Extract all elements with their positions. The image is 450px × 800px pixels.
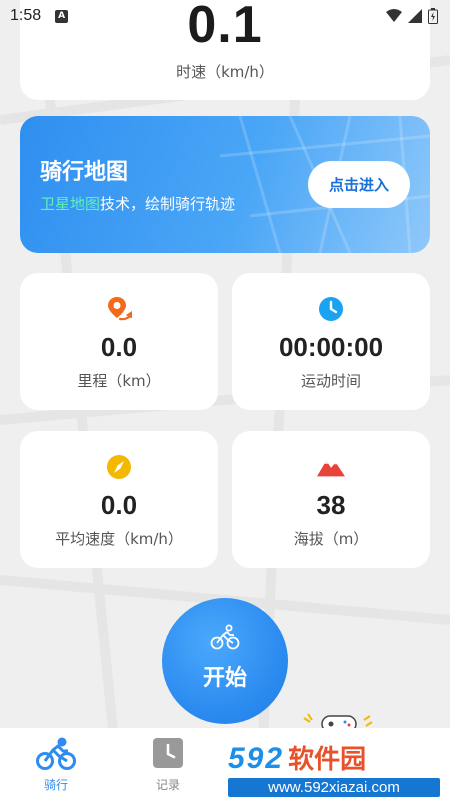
duration-label: 运动时间 [300, 372, 361, 390]
nav-item-ride[interactable]: 骑行 [0, 728, 112, 800]
map-banner[interactable]: 骑行地图 卫星地图技术，绘制骑行轨迹 点击进入 [20, 116, 430, 253]
wifi-icon [386, 9, 402, 22]
signal-icon [408, 9, 422, 23]
status-icons [386, 8, 438, 24]
watermark-number: 592 [228, 742, 285, 775]
enter-map-button[interactable]: 点击进入 [308, 161, 410, 208]
avg-speed-label: 平均速度（km/h） [55, 530, 183, 548]
location-pin-icon [105, 295, 133, 323]
start-button[interactable]: 开始 [162, 598, 288, 724]
nav-label-records: 记录 [155, 778, 180, 792]
bike-icon [36, 737, 76, 770]
watermark-url: www.592xiazai.com [228, 778, 440, 797]
clock-icon [153, 738, 183, 768]
altitude-card: 38 海拔（m） [232, 431, 430, 568]
banner-title: 骑行地图 [40, 160, 129, 185]
banner-subtitle-highlight: 卫星地图 [40, 195, 101, 213]
avg-speed-card: 0.0 平均速度（km/h） [20, 431, 218, 568]
distance-card: 0.0 里程（km） [20, 273, 218, 410]
distance-label: 里程（km） [77, 372, 161, 390]
distance-value: 0.0 [100, 332, 138, 362]
altitude-label: 海拔（m） [293, 530, 369, 548]
altitude-value: 38 [316, 490, 346, 520]
banner-subtitle-rest: 技术，绘制骑行轨迹 [100, 195, 236, 213]
duration-card: 00:00:00 运动时间 [232, 273, 430, 410]
speed-unit-label: 时速（km/h） [176, 63, 274, 81]
nav-item-records[interactable]: 记录 [112, 728, 224, 800]
duration-value: 00:00:00 [278, 332, 384, 362]
clock-icon [317, 295, 345, 323]
watermark-brand: 软件园 [288, 745, 367, 775]
avg-speed-value: 0.0 [100, 490, 138, 520]
banner-subtitle: 卫星地图技术，绘制骑行轨迹 [40, 193, 235, 214]
mountain-icon [317, 453, 345, 481]
bike-icon [210, 624, 240, 650]
battery-icon [428, 8, 438, 24]
compass-icon [105, 453, 133, 481]
watermark-logo: 592 软件园 www.592xiazai.com [222, 736, 450, 800]
nav-label-ride: 骑行 [43, 778, 68, 792]
notification-icon: A [55, 9, 69, 23]
start-label: 开始 [202, 666, 247, 691]
status-bar: 1:58 A [0, 0, 450, 32]
status-time: 1:58 [10, 7, 42, 24]
